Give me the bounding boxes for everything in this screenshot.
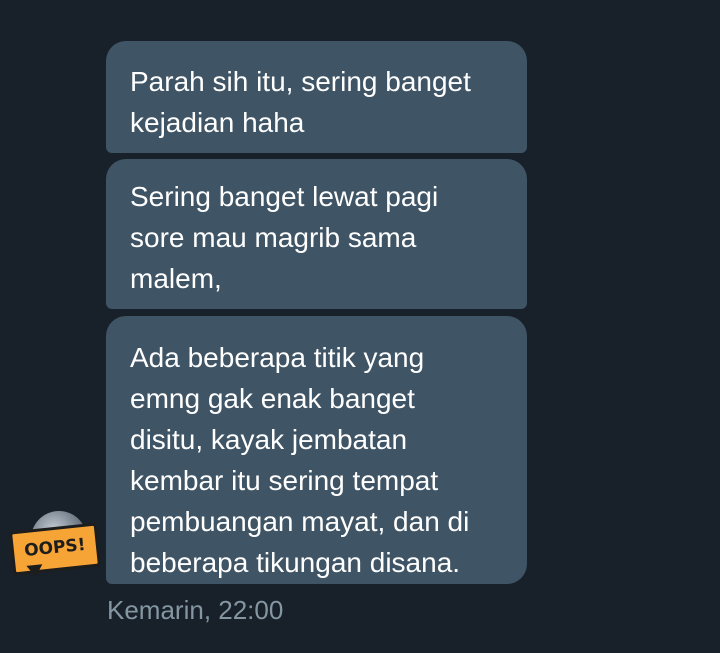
chat-thread: Parah sih itu, sering banget kejadian ha… xyxy=(0,0,720,653)
message-timestamp: Kemarin, 22:00 xyxy=(107,595,284,625)
avatar-sticker-icon: OOPS! xyxy=(8,522,102,576)
message-bubble[interactable]: Ada beberapa titik yang emng gak enak ba… xyxy=(106,316,527,584)
sticker-label: OOPS! xyxy=(23,534,87,562)
message-bubble[interactable]: Parah sih itu, sering banget kejadian ha… xyxy=(106,41,527,153)
message-bubble[interactable]: Sering banget lewat pagi sore mau magrib… xyxy=(106,159,527,309)
sticker-tail xyxy=(26,564,44,578)
avatar[interactable]: OOPS! xyxy=(8,507,105,589)
